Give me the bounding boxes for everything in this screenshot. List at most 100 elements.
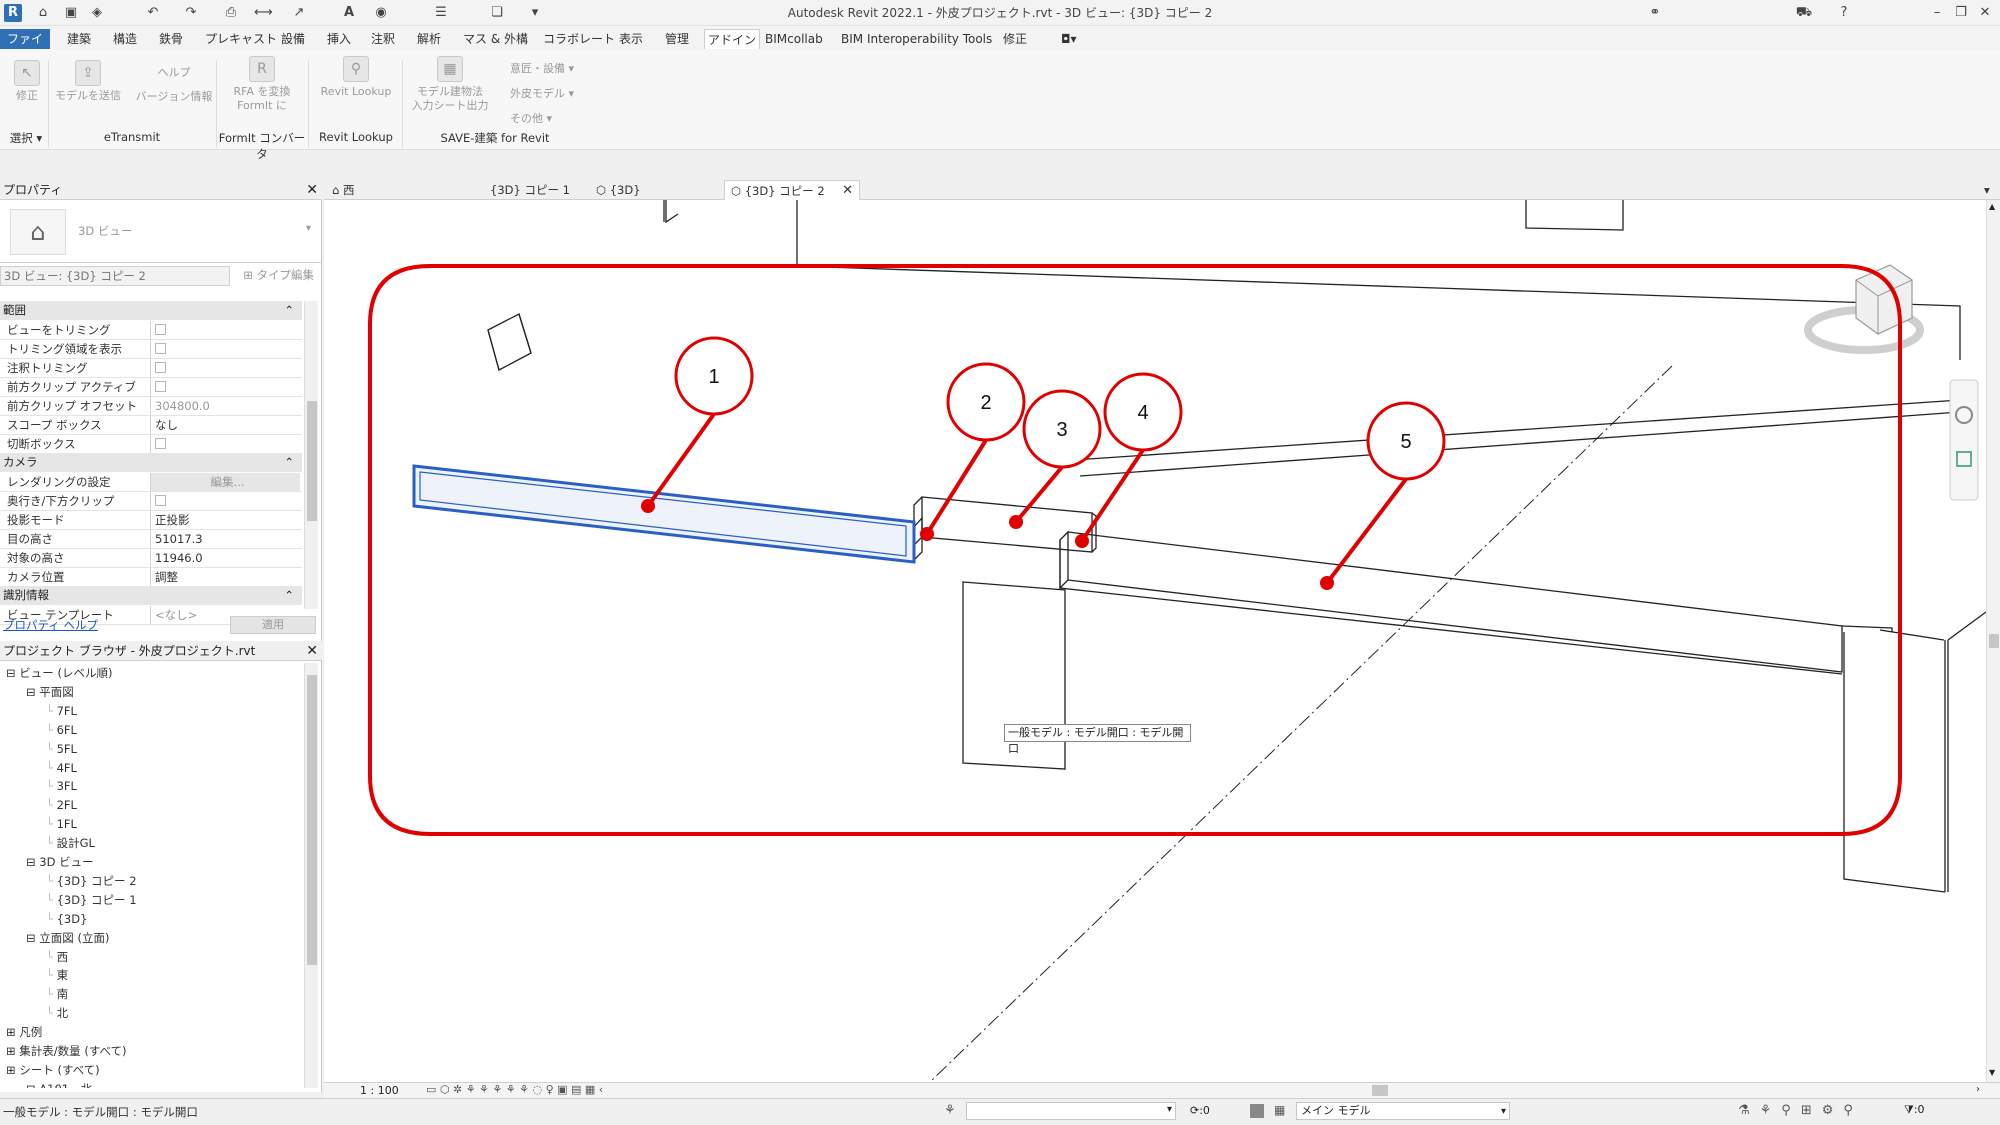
browser-item[interactable]: └ {3D} コピー 1 xyxy=(46,892,137,908)
browser-item[interactable]: └ 南 xyxy=(46,986,68,1002)
design-options-icon[interactable]: ▦ xyxy=(1274,1103,1285,1117)
group-extents[interactable]: 範囲 ⌃ xyxy=(0,301,302,320)
tab-view[interactable]: 表示 xyxy=(616,29,646,49)
property-checkbox[interactable] xyxy=(155,362,166,373)
tab-steel[interactable]: 鉄骨 xyxy=(156,29,186,49)
type-edit-button[interactable]: ⊞ タイプ編集 xyxy=(236,266,318,286)
browser-item[interactable]: ⊞ シート (すべて) xyxy=(6,1062,100,1078)
canvas-scrollbar[interactable]: ▲ ▼ xyxy=(1986,200,2000,1082)
tab-file[interactable]: ファイル xyxy=(0,29,50,66)
instance-selector[interactable]: 3D ビュー: {3D} コピー 2 xyxy=(0,266,230,286)
view-cube-box[interactable] xyxy=(1855,264,1913,335)
browser-item[interactable]: └ 東 xyxy=(46,967,68,983)
editing-requests-icon[interactable] xyxy=(1250,1104,1264,1118)
property-row[interactable]: 目の高さ 51017.3 xyxy=(0,530,302,549)
property-value[interactable] xyxy=(150,340,300,359)
tab-systems[interactable]: 設備 xyxy=(278,29,308,49)
browser-item[interactable]: └ 7FL xyxy=(46,703,77,719)
browser-item[interactable]: └ {3D} コピー 2 xyxy=(46,873,137,889)
detail-level-icon[interactable]: ▭ ⬡ ✲ ⚘ ⚘ ⚘ ⚘ ⚘ ◌ ♀ ▣ ▤ ▦ ‹ xyxy=(426,1083,603,1096)
property-value[interactable] xyxy=(150,359,300,378)
horizontal-scroll-thumb[interactable] xyxy=(1372,1085,1388,1096)
browser-item[interactable]: ⊞ 集計表/数量 (すべて) xyxy=(6,1043,127,1059)
expand-icon[interactable]: ⊞ xyxy=(6,1025,19,1039)
browser-item[interactable]: └ 1FL xyxy=(46,816,77,832)
rfa-to-formit-button[interactable]: R RFA を変換 FormIt に xyxy=(224,56,300,113)
browser-scrollbar[interactable] xyxy=(304,663,318,1088)
collapse-icon[interactable]: ⊟ xyxy=(26,685,39,699)
collapse-icon[interactable]: ⊟ xyxy=(26,855,39,869)
browser-item[interactable]: └ 5FL xyxy=(46,741,77,757)
browser-item[interactable]: ⊞ 凡例 xyxy=(6,1024,42,1040)
close-icon[interactable]: ✕ xyxy=(306,180,318,200)
scale-selector[interactable]: 1 : 100 xyxy=(360,1084,399,1097)
envelope-model-menu[interactable]: 外皮モデル ▾ xyxy=(510,85,574,101)
tabs-dropdown-icon[interactable]: ▾ xyxy=(1984,180,1998,200)
browser-item[interactable]: └ 西 xyxy=(46,949,68,965)
property-row[interactable]: 前方クリップ オフセット 304800.0 xyxy=(0,397,302,416)
tab-annotate[interactable]: 注釈 xyxy=(368,29,398,49)
view-cube[interactable] xyxy=(1804,264,1924,354)
group-camera[interactable]: カメラ ⌃ xyxy=(0,453,302,472)
tab-bim-interoperability[interactable]: BIM Interoperability Tools xyxy=(838,29,995,49)
ribbon-options-icon[interactable]: ◘▾ xyxy=(1058,29,1080,49)
property-row[interactable]: カメラ位置 調整 xyxy=(0,568,302,587)
property-value[interactable]: 304800.0 xyxy=(150,397,300,415)
property-checkbox[interactable] xyxy=(155,438,166,449)
properties-scrollbar[interactable] xyxy=(304,301,318,609)
other-menu[interactable]: その他 ▾ xyxy=(510,110,552,126)
property-row[interactable]: スコープ ボックス なし xyxy=(0,416,302,435)
property-row[interactable]: レンダリングの設定 編集... xyxy=(0,473,302,492)
close-button[interactable]: ✕ xyxy=(1974,4,1996,22)
type-selector[interactable]: ⌂ 3D ビュー ▾ xyxy=(0,201,322,263)
tab-view-3d[interactable]: ⬡ {3D} xyxy=(596,180,686,200)
browser-item[interactable]: └ 6FL xyxy=(46,722,77,738)
version-info-button[interactable]: ヘルプ バージョン情報 xyxy=(134,66,214,104)
property-value[interactable]: 正投影 xyxy=(150,511,300,529)
model-building-button[interactable]: ▦ モデル建物法 入力シート出力 xyxy=(408,56,492,113)
tab-bimcollab[interactable]: BIMcollab xyxy=(762,29,826,49)
browser-item[interactable]: ⊟ 平面図 xyxy=(26,684,74,700)
property-row[interactable]: 奥行き/下方クリップ xyxy=(0,492,302,511)
property-value[interactable] xyxy=(150,321,300,340)
tab-architecture[interactable]: 建築 xyxy=(64,29,94,49)
group-identity[interactable]: 識別情報 ⌃ xyxy=(0,586,302,605)
minimize-button[interactable]: – xyxy=(1926,4,1948,22)
tab-massing-site[interactable]: マス & 外構 xyxy=(460,29,531,49)
scroll-thumb[interactable] xyxy=(1989,634,1999,648)
cart-icon[interactable]: ⛟ xyxy=(1794,4,1814,22)
property-row[interactable]: 対象の高さ 11946.0 xyxy=(0,549,302,568)
tab-structure[interactable]: 構造 xyxy=(110,29,140,49)
browser-item[interactable]: └ 北 xyxy=(46,1005,68,1021)
property-value[interactable]: 調整 xyxy=(150,568,300,586)
collapse-icon[interactable]: ⊟ xyxy=(26,1082,39,1088)
tab-precast[interactable]: プレキャスト xyxy=(202,29,280,49)
scroll-thumb[interactable] xyxy=(307,401,317,521)
browser-item[interactable]: ⊟ ビュー (レベル順) xyxy=(6,665,112,681)
scroll-right-icon[interactable]: › xyxy=(1976,1084,1980,1095)
tab-collaborate[interactable]: コラボレート xyxy=(540,29,618,49)
property-value[interactable]: 編集... xyxy=(150,473,300,491)
property-row[interactable]: 前方クリップ アクティブ xyxy=(0,378,302,397)
property-value[interactable] xyxy=(150,492,300,511)
property-value[interactable] xyxy=(150,435,300,454)
close-tab-icon[interactable]: ✕ xyxy=(842,181,853,201)
property-row[interactable]: 注釈トリミング xyxy=(0,359,302,378)
property-value[interactable]: 51017.3 xyxy=(150,530,300,548)
workset-selector[interactable]: ▾ xyxy=(966,1102,1176,1120)
browser-item[interactable]: ⊟ A101 - 北 xyxy=(26,1081,92,1088)
tab-manage[interactable]: 管理 xyxy=(662,29,692,49)
property-checkbox[interactable] xyxy=(155,343,166,354)
tab-view-3d-copy-2[interactable]: ⬡ {3D} コピー 2 ✕ xyxy=(724,180,860,200)
property-value[interactable]: 11946.0 xyxy=(150,549,300,567)
browser-item[interactable]: └ 3FL xyxy=(46,778,77,794)
browser-item[interactable]: └ 4FL xyxy=(46,760,77,776)
browser-item[interactable]: └ {3D} xyxy=(46,911,87,927)
drawing-area[interactable]: 1 2 3 4 5 一般モデル : モデル開口 : モデル開口 xyxy=(324,200,1986,1082)
browser-item[interactable]: └ 2FL xyxy=(46,797,77,813)
tab-insert[interactable]: 挿入 xyxy=(324,29,354,49)
property-row[interactable]: トリミング領域を表示 xyxy=(0,340,302,359)
browser-item[interactable]: ⊟ 立面図 (立面) xyxy=(26,930,109,946)
tab-analyze[interactable]: 解析 xyxy=(414,29,444,49)
modify-button[interactable]: ↖ 修正 xyxy=(8,60,46,103)
